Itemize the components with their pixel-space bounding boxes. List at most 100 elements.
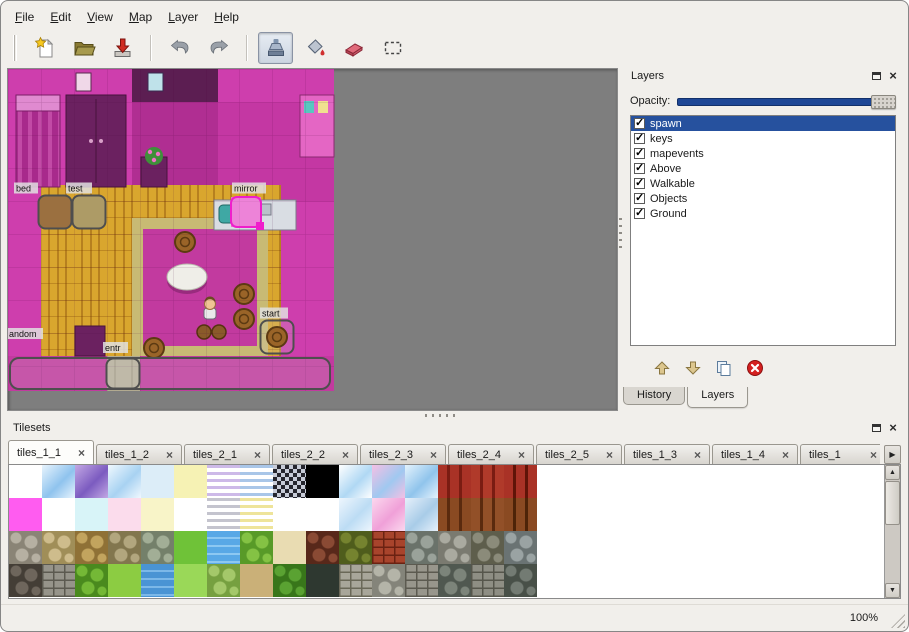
tilesets-float-button[interactable] <box>869 421 883 434</box>
tileset-tile[interactable] <box>438 531 471 564</box>
rect-select-button[interactable] <box>375 32 410 64</box>
selection-handle[interactable] <box>256 222 264 230</box>
tileset-tile[interactable] <box>42 564 75 597</box>
tileset-tile[interactable] <box>141 564 174 597</box>
map-view[interactable]: bed test mirror s <box>7 68 618 411</box>
tileset-tile[interactable] <box>372 531 405 564</box>
close-tab-icon[interactable] <box>782 450 789 460</box>
tileset-tile[interactable] <box>42 498 75 531</box>
tileset-tile[interactable] <box>42 465 75 498</box>
menu-map[interactable]: Map <box>121 6 160 28</box>
menu-layer[interactable]: Layer <box>160 6 206 28</box>
close-tab-icon[interactable] <box>430 450 437 460</box>
tileset-tile[interactable] <box>207 498 240 531</box>
opacity-slider-handle[interactable] <box>871 95 896 109</box>
layer-row-mapevents[interactable]: mapevents <box>631 146 895 161</box>
tab-layers[interactable]: Layers <box>687 387 748 408</box>
new-map-button[interactable] <box>27 32 62 64</box>
tileset-tab-tiles_1_1[interactable]: tiles_1_1 <box>8 440 94 464</box>
tileset-tile[interactable] <box>108 498 141 531</box>
layer-row-keys[interactable]: keys <box>631 131 895 146</box>
tileset-tile[interactable] <box>339 564 372 597</box>
layer-row-above[interactable]: Above <box>631 161 895 176</box>
eraser-button[interactable] <box>336 32 371 64</box>
scrollbar-thumb[interactable] <box>885 481 900 525</box>
tileset-tile[interactable] <box>75 465 108 498</box>
bucket-fill-button[interactable] <box>297 32 332 64</box>
undo-button[interactable] <box>162 32 197 64</box>
tileset-tile[interactable] <box>9 531 42 564</box>
duplicate-layer-button[interactable] <box>712 356 736 380</box>
tab-scroll-right-button[interactable] <box>884 445 901 464</box>
tileset-tile[interactable] <box>339 498 372 531</box>
layer-row-objects[interactable]: Objects <box>631 191 895 206</box>
tileset-tile[interactable] <box>339 465 372 498</box>
menu-help[interactable]: Help <box>206 6 247 28</box>
scroll-down-button[interactable] <box>885 583 900 598</box>
menu-view[interactable]: View <box>79 6 121 28</box>
layers-float-button[interactable] <box>869 69 883 82</box>
tileset-tile[interactable] <box>372 498 405 531</box>
tileset-tile[interactable] <box>471 465 504 498</box>
tileset-tile[interactable] <box>273 465 306 498</box>
raise-layer-button[interactable] <box>650 356 674 380</box>
tileset-scrollbar[interactable] <box>884 465 900 598</box>
tileset-tile[interactable] <box>9 564 42 597</box>
tileset-tab-tiles_2_4[interactable]: tiles_2_4 <box>448 444 534 464</box>
close-tab-icon[interactable] <box>870 450 877 460</box>
tileset-tab-tiles_1_2[interactable]: tiles_1_2 <box>96 444 182 464</box>
tileset-tile[interactable] <box>108 564 141 597</box>
tileset-tile[interactable] <box>306 531 339 564</box>
tileset-tile[interactable] <box>75 498 108 531</box>
horizontal-splitter[interactable] <box>5 412 904 419</box>
save-map-button[interactable] <box>105 32 140 64</box>
tileset-tile[interactable] <box>108 531 141 564</box>
tileset-tab-tiles_1-partial[interactable]: tiles_1 <box>800 444 880 464</box>
tileset-tile[interactable] <box>9 498 42 531</box>
tileset-tile[interactable] <box>174 531 207 564</box>
close-tab-icon[interactable] <box>518 450 525 460</box>
layer-row-spawn[interactable]: spawn <box>631 116 895 131</box>
tileset-tab-tiles_2_5[interactable]: tiles_2_5 <box>536 444 622 464</box>
scroll-up-button[interactable] <box>885 465 900 480</box>
tileset-tile[interactable] <box>405 465 438 498</box>
layer-visibility-checkbox[interactable] <box>634 193 645 204</box>
open-map-button[interactable] <box>66 32 101 64</box>
tileset-tile[interactable] <box>405 498 438 531</box>
tileset-tile[interactable] <box>240 531 273 564</box>
tileset-tile[interactable] <box>42 531 75 564</box>
close-tab-icon[interactable] <box>694 450 701 460</box>
stamp-brush-button[interactable] <box>258 32 293 64</box>
layers-close-button[interactable] <box>886 69 900 82</box>
tileset-tile[interactable] <box>207 531 240 564</box>
tileset-tile[interactable] <box>240 465 273 498</box>
resize-grip[interactable] <box>891 614 905 628</box>
tileset-tab-tiles_1_4[interactable]: tiles_1_4 <box>712 444 798 464</box>
close-tab-icon[interactable] <box>606 450 613 460</box>
tileset-tile[interactable] <box>207 465 240 498</box>
close-tab-icon[interactable] <box>342 450 349 460</box>
tileset-tile[interactable] <box>372 465 405 498</box>
toolbar-drag-handle[interactable] <box>13 35 17 61</box>
tileset-tile[interactable] <box>372 564 405 597</box>
redo-button[interactable] <box>201 32 236 64</box>
tileset-tile[interactable] <box>240 498 273 531</box>
tileset-tile[interactable] <box>273 531 306 564</box>
tileset-tile[interactable] <box>207 564 240 597</box>
tileset-tile[interactable] <box>108 465 141 498</box>
layer-row-ground[interactable]: Ground <box>631 206 895 221</box>
layer-row-walkable[interactable]: Walkable <box>631 176 895 191</box>
tileset-tile[interactable] <box>504 531 537 564</box>
tab-history[interactable]: History <box>623 387 685 405</box>
tileset-tab-tiles_2_1[interactable]: tiles_2_1 <box>184 444 270 464</box>
tileset-tile[interactable] <box>306 465 339 498</box>
tileset-tile[interactable] <box>240 564 273 597</box>
tileset-tile[interactable] <box>504 465 537 498</box>
tileset-tile[interactable] <box>339 531 372 564</box>
tileset-tile[interactable] <box>75 564 108 597</box>
layer-visibility-checkbox[interactable] <box>634 133 645 144</box>
tileset-tile[interactable] <box>504 564 537 597</box>
tileset-tile[interactable] <box>306 498 339 531</box>
tileset-tab-tiles_2_2[interactable]: tiles_2_2 <box>272 444 358 464</box>
close-tab-icon[interactable] <box>254 450 261 460</box>
